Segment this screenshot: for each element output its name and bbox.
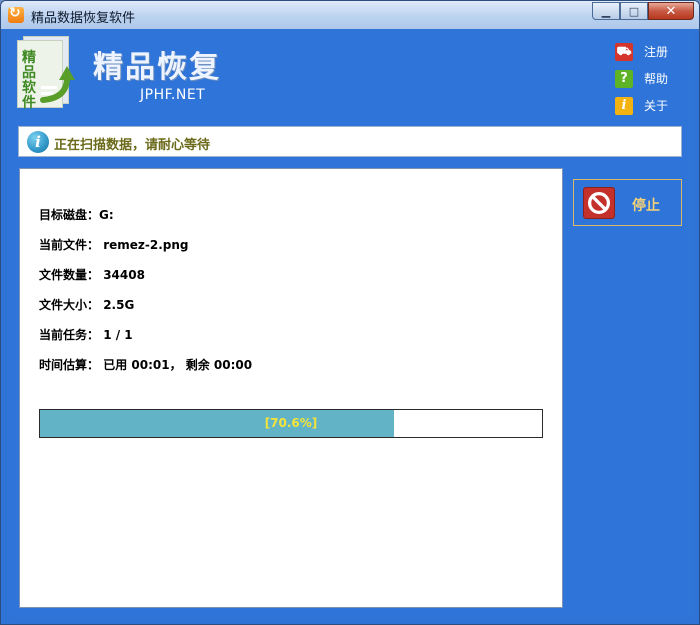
current-task-label: 当前任务：	[39, 328, 100, 342]
info-icon: i	[615, 96, 633, 115]
file-count-label: 文件数量：	[39, 268, 100, 282]
header-menu: ⛟ 注册 ? 帮助 i 关于	[615, 38, 668, 119]
current-file-row: 当前文件： remez-2.png	[39, 236, 189, 253]
app-icon	[8, 5, 24, 23]
current-task-value: 1 / 1	[103, 328, 133, 342]
maximize-button[interactable]: □	[620, 2, 648, 20]
stop-button[interactable]: 停止	[573, 179, 682, 226]
cart-icon: ⛟	[615, 42, 633, 61]
brand-title: 精品恢复	[93, 50, 221, 85]
minimize-button[interactable]: ▁	[592, 2, 620, 20]
status-message: 正在扫描数据，请耐心等待	[54, 138, 211, 153]
current-file-value: remez-2.png	[103, 238, 189, 252]
title-bar[interactable]: 精品数据恢复软件 ▁ □ ✕	[1, 1, 699, 29]
client-area: 精品软件 精品恢复 JPHF.NET ⛟ 注册 ? 帮助 i 关于 i 正在扫描…	[9, 30, 693, 618]
logo: 精品软件	[17, 36, 77, 111]
status-bar: i 正在扫描数据，请耐心等待	[18, 126, 682, 157]
target-disk-value: G:	[99, 208, 114, 222]
scan-info-panel: 目标磁盘：G: 当前文件： remez-2.png 文件数量： 34408 文件…	[19, 168, 563, 608]
brand-subtitle: JPHF.NET	[140, 87, 206, 103]
stop-button-label: 停止	[632, 198, 660, 214]
file-size-label: 文件大小：	[39, 298, 100, 312]
time-estimate-row: 时间估算： 已用 00:01， 剩余 00:00	[39, 356, 252, 373]
menu-item-help[interactable]: ? 帮助	[615, 65, 668, 92]
app-window: 精品数据恢复软件 ▁ □ ✕ 精品软件 精品恢复 JPHF.NET	[0, 0, 700, 625]
target-disk-label: 目标磁盘：	[39, 208, 100, 222]
close-button[interactable]: ✕	[648, 2, 694, 20]
current-task-row: 当前任务： 1 / 1	[39, 326, 133, 343]
header: 精品软件 精品恢复 JPHF.NET ⛟ 注册 ? 帮助 i 关于	[9, 30, 693, 120]
progress-label: [70.6%]	[264, 416, 318, 430]
info-icon: i	[27, 131, 49, 153]
stop-icon	[583, 187, 615, 219]
time-estimate-label: 时间估算：	[39, 358, 100, 372]
menu-item-label: 注册	[644, 45, 669, 59]
menu-item-register[interactable]: ⛟ 注册	[615, 38, 668, 65]
menu-item-about[interactable]: i 关于	[615, 92, 668, 119]
file-count-value: 34408	[103, 268, 145, 282]
file-count-row: 文件数量： 34408	[39, 266, 145, 283]
target-disk-row: 目标磁盘：G:	[39, 206, 114, 223]
file-size-value: 2.5G	[103, 298, 135, 312]
current-file-label: 当前文件：	[39, 238, 100, 252]
recover-arrow-icon	[40, 66, 75, 103]
window-controls: ▁ □ ✕	[592, 2, 694, 20]
menu-item-label: 帮助	[644, 72, 669, 86]
file-size-row: 文件大小： 2.5G	[39, 296, 134, 313]
window-title: 精品数据恢复软件	[31, 11, 136, 26]
time-estimate-value: 已用 00:01， 剩余 00:00	[103, 358, 253, 372]
progress-bar: [70.6%]	[39, 409, 543, 438]
menu-item-label: 关于	[644, 99, 669, 113]
help-icon: ?	[615, 69, 633, 88]
